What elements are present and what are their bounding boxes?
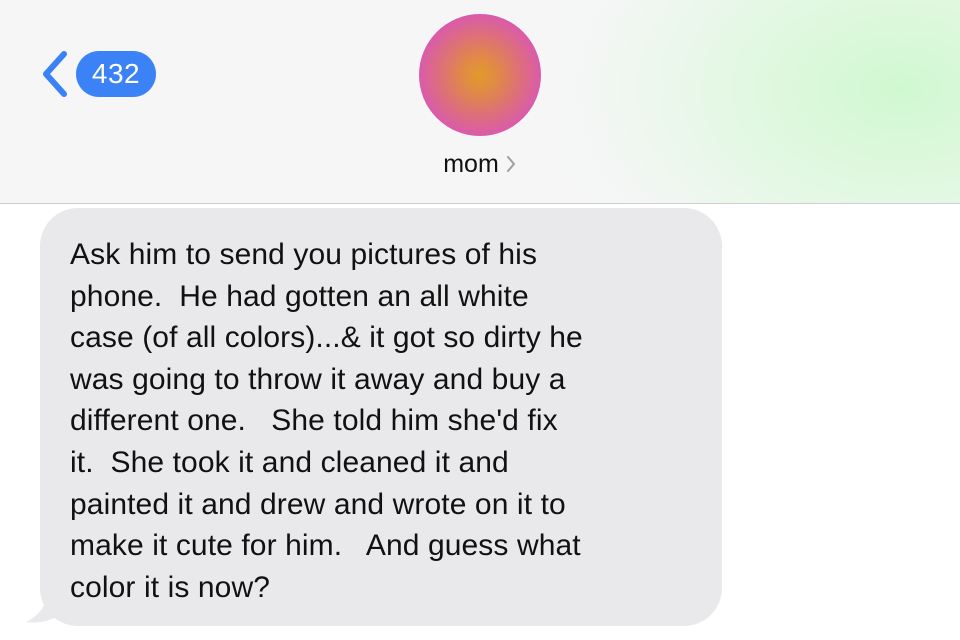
contact-avatar[interactable] <box>419 14 541 136</box>
message-line: Ask him to send you pictures of his <box>70 238 538 271</box>
unread-count-badge[interactable]: 432 <box>76 51 156 97</box>
conversation-header: 432 mom <box>0 0 960 204</box>
contact-info: mom <box>0 146 960 182</box>
back-button[interactable]: 432 <box>34 48 156 100</box>
message-line: make it cute for him. And guess what <box>70 529 581 563</box>
messages-screen: 432 mom Ask him to send you pictures of … <box>0 0 960 640</box>
message-line: was going to throw it away and buy a <box>70 362 566 396</box>
contact-name-button[interactable]: mom <box>443 150 517 179</box>
message-line: color it is now? <box>70 570 271 604</box>
message-line: different one. She told him she'd fix <box>70 404 558 438</box>
incoming-message-bubble[interactable]: Ask him to send you pictures of his phon… <box>40 208 722 626</box>
message-line: it. She took it and cleaned it and <box>70 445 509 479</box>
chevron-left-icon[interactable] <box>34 48 74 100</box>
message-line: phone. He had gotten an all white <box>70 279 529 313</box>
chevron-right-icon[interactable] <box>505 154 517 174</box>
contact-name[interactable]: mom <box>443 150 499 179</box>
message-line: case (of all colors)...& it got so dirty… <box>70 321 583 355</box>
message-text: Ask him to send you pictures of his phon… <box>70 234 694 608</box>
message-line: painted it and drew and wrote on it to <box>70 487 566 521</box>
